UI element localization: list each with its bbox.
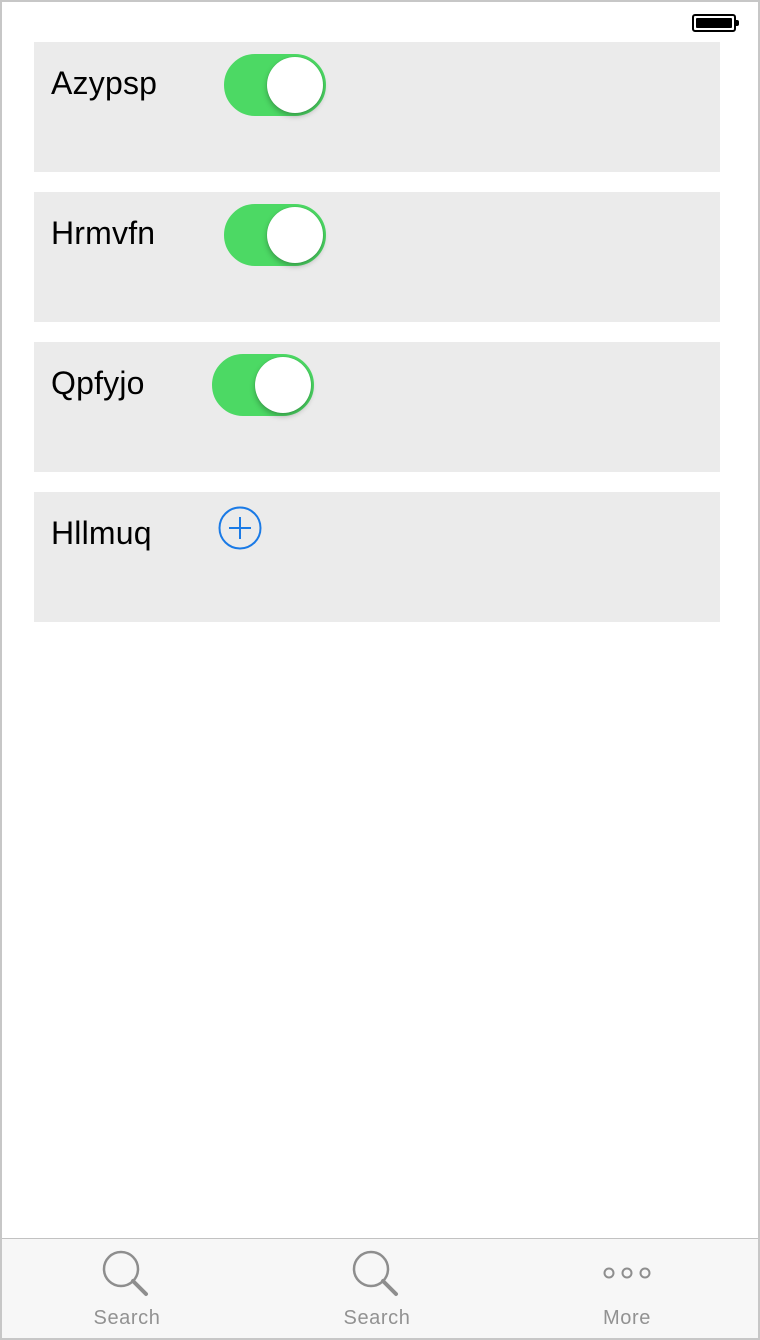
switch-knob [255, 357, 311, 413]
search-icon [352, 1250, 398, 1296]
row-label: Hllmuq [51, 515, 152, 551]
list-item: Hllmuq [34, 492, 720, 622]
switch-knob [267, 207, 323, 263]
search-icon [102, 1250, 148, 1296]
list-item: Azypsp [34, 42, 720, 172]
row-label: Qpfyjo [51, 365, 145, 401]
list-item: Qpfyjo [34, 342, 720, 472]
list-item: Hrmvfn [34, 192, 720, 322]
more-icon [603, 1267, 651, 1279]
row-label: Azypsp [51, 65, 158, 101]
status-bar [2, 2, 758, 42]
tab-more[interactable]: More [502, 1239, 752, 1338]
toggle-switch[interactable] [224, 204, 326, 266]
phone-screen: Azypsp Hrmvfn Qpfyjo Hllmuq Search Searc… [0, 0, 760, 1340]
tab-label: More [603, 1307, 651, 1329]
tab-search-1[interactable]: Search [2, 1239, 252, 1338]
tab-label: Search [343, 1307, 411, 1329]
toggle-switch[interactable] [224, 54, 326, 116]
row-label: Hrmvfn [51, 215, 156, 251]
battery-icon [692, 14, 739, 32]
toggle-switch[interactable] [212, 354, 314, 416]
tab-bar: Search Search More [2, 1238, 758, 1338]
switch-knob [267, 57, 323, 113]
tab-search-2[interactable]: Search [252, 1239, 502, 1338]
add-circle-icon[interactable] [218, 506, 262, 550]
tab-label: Search [93, 1307, 161, 1329]
